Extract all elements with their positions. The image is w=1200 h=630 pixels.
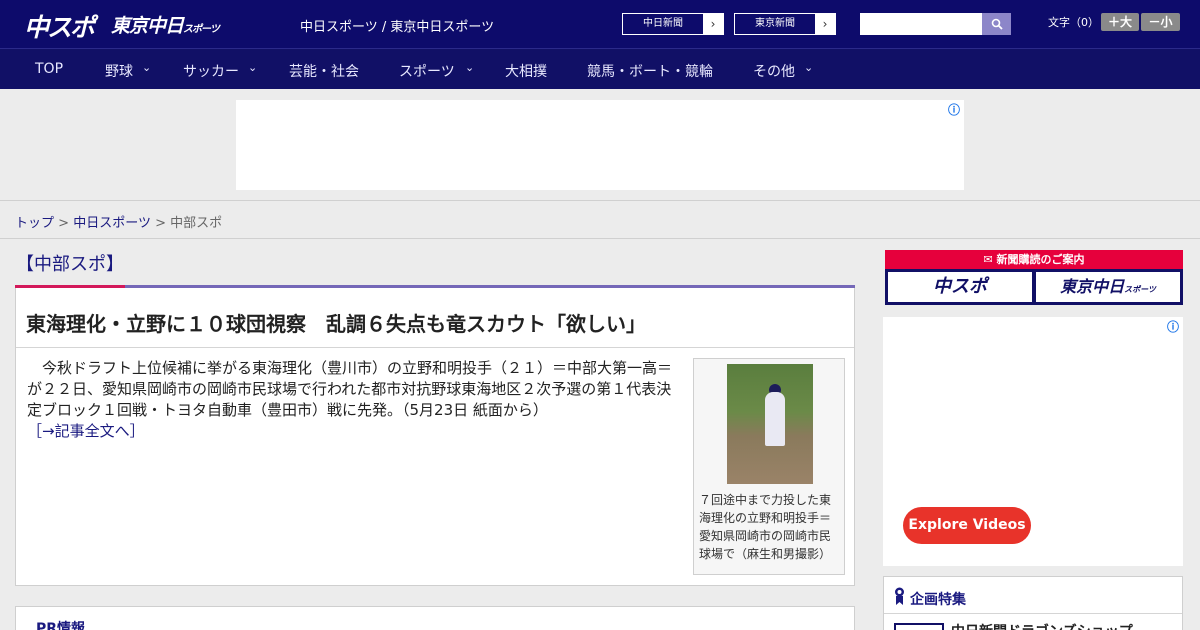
feature-thumbnail[interactable] (894, 623, 944, 630)
search-input[interactable] (860, 13, 982, 35)
main-nav: TOP 野球 ⌄ サッカー ⌄ 芸能・社会 スポーツ ⌄ 大相撲 競馬・ボート・… (0, 48, 1200, 89)
sidebar-video-ad[interactable]: ⓘ Explore Videos (883, 317, 1183, 566)
breadcrumb-bar: トップ > 中日スポーツ > 中部スポ (0, 200, 1200, 239)
chunichi-shimbun-button[interactable]: 中日新聞 › (622, 13, 724, 35)
breadcrumb: トップ > 中日スポーツ > 中部スポ (15, 216, 223, 231)
subscribe-tokyo-button[interactable]: 東京中日スポーツ (1036, 272, 1180, 302)
explore-videos-button[interactable]: Explore Videos (903, 507, 1031, 544)
article-title: 東海理化・立野に１０球団視察 乱調６失点も竜スカウト「欲しい」 (26, 312, 646, 336)
article-text: 今秋ドラフト上位候補に挙がる東海理化（豊川市）の立野和明投手（２１）＝中部大第一… (27, 359, 673, 419)
site-header: 中スポ 東京中日スポーツ 中日スポーツ / 東京中日スポーツ 中日新聞 › 東京… (0, 0, 1200, 48)
pr-title: PR情報 (36, 621, 86, 630)
chevron-down-icon[interactable]: ⌄ (804, 61, 813, 74)
nav-item-top[interactable]: TOP (35, 61, 63, 77)
feature-title: 企画特集 (910, 592, 966, 608)
nav-item-soccer[interactable]: サッカー (183, 61, 239, 81)
search-box (860, 13, 1011, 35)
feature-section: 企画特集 中日新聞ドラゴンズショップ (883, 576, 1183, 630)
font-size-label: 文字（0） (1048, 16, 1099, 29)
arrow-right-icon: › (703, 14, 723, 34)
category-heading: 【中部スポ】 (16, 254, 124, 275)
pitcher-photo[interactable] (727, 364, 813, 484)
feature-item-dragons-shop[interactable]: 中日新聞ドラゴンズショップ (951, 621, 1133, 630)
newspaper-icon: ✉ (983, 253, 997, 266)
header-title: 中日スポーツ / 東京中日スポーツ (300, 20, 495, 35)
arrow-right-icon: › (815, 14, 835, 34)
nav-item-sports[interactable]: スポーツ (399, 61, 455, 81)
nav-item-sumo[interactable]: 大相撲 (505, 61, 547, 81)
nav-item-other[interactable]: その他 (753, 61, 795, 81)
article-card: 東海理化・立野に１０球団視察 乱調６失点も竜スカウト「欲しい」 今秋ドラフト上位… (15, 288, 855, 586)
ad-info-icon[interactable]: ⓘ (1167, 318, 1179, 335)
article-body: 今秋ドラフト上位候補に挙がる東海理化（豊川市）の立野和明投手（２１）＝中部大第一… (27, 358, 685, 442)
search-button[interactable] (982, 13, 1011, 35)
chunichi-sports-logo[interactable]: 中スポ (24, 8, 95, 44)
nav-item-baseball[interactable]: 野球 (105, 61, 133, 81)
search-icon (991, 18, 1003, 30)
title-divider (16, 347, 854, 348)
photo-caption: ７回途中まで力投した東海理化の立野和明投手＝愛知県岡崎市の岡崎市民球場で（麻生和… (699, 493, 832, 561)
breadcrumb-section[interactable]: 中日スポーツ (73, 216, 151, 231)
feature-divider (884, 613, 1182, 614)
nav-item-racing[interactable]: 競馬・ボート・競輪 (587, 61, 713, 81)
article-photo: ７回途中まで力投した東海理化の立野和明投手＝愛知県岡崎市の岡崎市民球場で（麻生和… (693, 358, 845, 575)
read-more-link[interactable]: ［→記事全文へ］ (27, 422, 145, 440)
subscription-banner[interactable]: ✉ 新聞購読のご案内 中スポ 東京中日スポーツ (885, 250, 1183, 305)
nav-item-entertainment[interactable]: 芸能・社会 (289, 61, 359, 81)
font-smaller-button[interactable]: －小 (1141, 13, 1180, 31)
breadcrumb-home[interactable]: トップ (15, 216, 54, 231)
font-bigger-button[interactable]: ＋大 (1101, 13, 1139, 31)
chevron-down-icon[interactable]: ⌄ (465, 61, 474, 74)
top-banner-ad[interactable]: ⓘ (236, 100, 964, 190)
subscription-title: ✉ 新聞購読のご案内 (885, 250, 1183, 269)
ribbon-icon (895, 587, 904, 605)
pr-section: PR情報 (15, 606, 855, 630)
ad-info-icon[interactable]: ⓘ (948, 101, 960, 118)
tokyo-shimbun-button[interactable]: 東京新聞 › (734, 13, 836, 35)
chevron-down-icon[interactable]: ⌄ (142, 61, 151, 74)
tokyo-chunichi-logo[interactable]: 東京中日スポーツ (111, 11, 220, 38)
chevron-down-icon[interactable]: ⌄ (248, 61, 257, 74)
breadcrumb-current: 中部スポ (170, 216, 223, 231)
subscribe-chunichi-button[interactable]: 中スポ (888, 272, 1032, 302)
